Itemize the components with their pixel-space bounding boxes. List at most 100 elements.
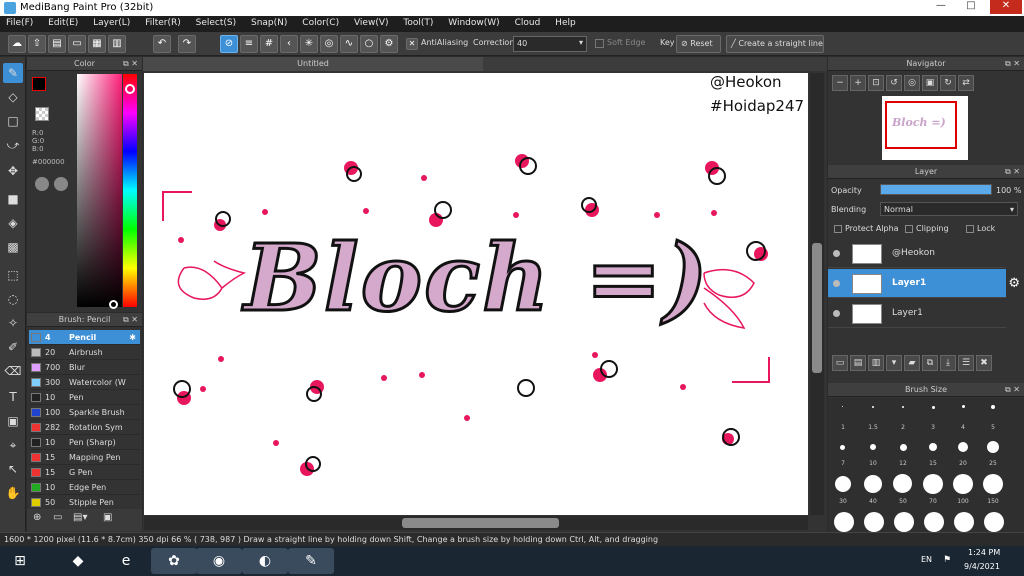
snap-off-icon[interactable]: ⊘ [220,35,238,53]
fill-rect-tool-icon[interactable]: ■ [3,189,23,209]
menu-view[interactable]: View(V) [348,16,395,30]
divide-tool-icon[interactable]: ▣ [3,411,23,431]
brush-list-item[interactable]: 20 Airbrush [29,345,140,360]
brush-size-option[interactable]: 3 [918,424,948,431]
brush-size-option[interactable]: 40 [858,498,888,505]
brush-size-option[interactable]: 150 [978,498,1008,505]
rotate-reset-icon[interactable]: ◎ [904,75,920,91]
menu-edit[interactable]: Edit(E) [42,16,84,30]
close-button[interactable]: ✕ [990,0,1022,14]
layers-icon[interactable]: ▥ [108,35,126,53]
layer-settings-gear-icon[interactable]: ⚙ [1008,269,1020,298]
protect-alpha-checkbox[interactable] [834,225,842,233]
panel-close-icon[interactable]: ⧉ ✕ [1005,383,1020,397]
brush-size-option[interactable]: 2 [888,424,918,431]
hue-handle[interactable] [125,84,135,94]
brush-settings-icon[interactable]: ▣ [103,512,119,528]
comment-icon[interactable]: ▤ [48,35,66,53]
paint-icon[interactable]: ✎ [288,548,334,574]
eye-icon[interactable] [833,310,840,317]
eyedropper-tool-icon[interactable]: ⌖ [3,435,23,455]
menu-file[interactable]: File(F) [0,16,39,30]
brush-size-option[interactable]: 15 [918,460,948,467]
curve-snap-icon[interactable]: ∿ [340,35,358,53]
cloud-icon[interactable]: ☁ [8,35,26,53]
brush-list-item[interactable]: 10 Pen [29,390,140,405]
vertical-scrollbar[interactable] [810,73,824,515]
menu-color[interactable]: Color(C) [296,16,345,30]
brush-list-item[interactable]: 282 Rotation Sym [29,420,140,435]
medibang-icon[interactable]: ◐ [242,548,288,574]
select-tool-icon[interactable]: ⬚ [3,265,23,285]
brush-size-option[interactable]: 5 [978,424,1008,431]
gradient-tool-icon[interactable]: ▩ [3,237,23,257]
menu-window[interactable]: Window(W) [442,16,505,30]
hand-tool-icon[interactable]: ✋ [3,483,23,503]
language-indicator[interactable]: EN [921,555,932,564]
clock-date[interactable]: 9/4/2021 [964,562,1000,571]
app-icon-green[interactable]: ✿ [151,548,197,574]
folder-icon[interactable]: ▰ [904,355,920,371]
brush-list-item[interactable]: 4 Pencil ✱ [29,330,140,345]
color-picker-handle[interactable] [109,300,118,309]
new-layer-icon[interactable]: ▭ [832,355,848,371]
move-tool-icon[interactable]: ✥ [3,161,23,181]
circle-snap-icon[interactable]: ◎ [320,35,338,53]
smudge-tool-icon[interactable]: ⤻ [3,135,23,155]
opacity-slider[interactable] [880,184,992,195]
rotate-right-icon[interactable]: ↻ [940,75,956,91]
brush-tool-icon[interactable]: ✎ [3,63,23,83]
panel-close-icon[interactable]: ⧉ ✕ [1005,165,1020,179]
share-icon[interactable]: ⇧ [28,35,46,53]
brush-size-option[interactable]: 12 [888,460,918,467]
panel-close-icon[interactable]: ⧉ ✕ [123,313,138,327]
perspective-snap-icon[interactable]: ‹ [280,35,298,53]
shape-tool-icon[interactable]: □ [3,111,23,131]
brush-size-option[interactable]: 70 [918,498,948,505]
new-brush-icon[interactable]: ▭ [53,512,69,528]
minimize-button[interactable]: — [928,0,954,14]
settings-gear-icon[interactable]: ⚙ [380,35,398,53]
palette-icon[interactable] [35,177,49,191]
select-eraser-tool-icon[interactable]: ⌫ [3,361,23,381]
brush-size-option[interactable]: 50 [888,498,918,505]
clipping-checkbox[interactable] [905,225,913,233]
zoom-fit-icon[interactable]: ⊡ [868,75,884,91]
brush-list-item[interactable]: 15 G Pen [29,465,140,480]
flip-icon[interactable]: ⇄ [958,75,974,91]
rotate-left-icon[interactable]: ↺ [886,75,902,91]
add-layer-menu-icon[interactable]: ▾ [886,355,902,371]
brush-list-item[interactable]: 300 Watercolor (W [29,375,140,390]
hue-slider[interactable] [123,74,137,307]
add-brush-icon[interactable]: ⊕ [33,512,49,528]
canvas[interactable]: @Heokon #Hoidap247 Bloch =) [144,73,808,515]
chrome-icon[interactable]: ◉ [196,548,242,574]
brush-size-option[interactable]: 10 [858,460,888,467]
lasso-tool-icon[interactable]: ◌ [3,289,23,309]
blending-select[interactable]: Normal ▾ [880,202,1018,216]
vertical-scroll-thumb[interactable] [812,243,822,373]
brush-size-option[interactable]: 100 [948,498,978,505]
fit-window-icon[interactable]: ▣ [922,75,938,91]
brush-size-option[interactable]: 7 [828,460,858,467]
new-halftone-layer-icon[interactable]: ▤ [850,355,866,371]
color-wheel-icon[interactable] [54,177,68,191]
brush-size-option[interactable]: 20 [948,460,978,467]
file-icon[interactable]: ▭ [68,35,86,53]
brush-menu-icon[interactable]: ▤▾ [73,512,89,528]
antialiasing-checkbox[interactable]: ✕ [406,38,418,50]
brush-settings-gear-icon[interactable]: ✱ [129,330,136,345]
brush-size-option[interactable]: 30 [828,498,858,505]
ellipse-snap-icon[interactable]: ○ [360,35,378,53]
eraser-tool-icon[interactable]: ◇ [3,87,23,107]
trash-icon[interactable]: ✖ [976,355,992,371]
brush-size-option[interactable]: 1.5 [858,424,888,431]
create-straight-line-button[interactable]: ╱ Create a straight line [726,35,824,53]
soft-edge-checkbox[interactable] [595,39,604,48]
panel-close-icon[interactable]: ⧉ ✕ [1005,57,1020,71]
brush-list-item[interactable]: 10 Pen (Sharp) [29,435,140,450]
new-8bit-layer-icon[interactable]: ▥ [868,355,884,371]
menu-filter[interactable]: Filter(R) [139,16,187,30]
flag-icon[interactable]: ⚑ [943,555,951,565]
brush-size-option[interactable]: 1 [828,424,858,431]
